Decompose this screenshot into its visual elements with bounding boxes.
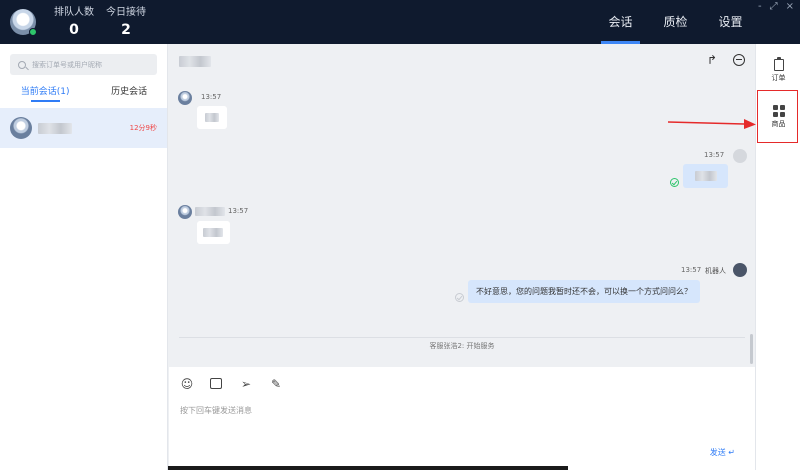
send-button[interactable]: 发送 ↵ — [710, 447, 735, 458]
message-input[interactable]: 按下回车键发送消息 — [180, 405, 252, 416]
app-window: 排队人数 0 今日接待 2 会话 质检 设置 - ⤢ × 搜索订单号或用户昵称 … — [0, 0, 800, 470]
search-input[interactable]: 搜索订单号或用户昵称 — [10, 54, 157, 75]
chat-customer-name-blurred — [179, 56, 211, 67]
robot-message-bubble: 不好意思，您的问题我暂时还不会，可以换一个方式问问么？ — [468, 280, 700, 303]
message-time: 13:57 — [704, 151, 725, 159]
robot-avatar-icon — [733, 263, 747, 277]
robot-sender-label: 机器人 — [705, 267, 726, 275]
queue-stat: 排队人数 0 — [54, 7, 94, 39]
conversation-item[interactable]: 12分9秒 — [0, 108, 167, 148]
chat-scrollbar[interactable] — [750, 334, 753, 364]
taskbar-strip — [168, 466, 568, 470]
customer-name-blurred — [38, 123, 72, 134]
customer-message-bubble — [197, 221, 230, 244]
window-controls: - ⤢ × — [758, 2, 794, 12]
tab-history-conversations[interactable]: 历史会话 — [109, 84, 149, 106]
edit-icon[interactable]: ✎ — [269, 377, 283, 391]
search-placeholder: 搜索订单号或用户昵称 — [32, 60, 102, 69]
end-session-icon[interactable] — [733, 54, 745, 66]
chat-header: ↱ — [169, 44, 755, 78]
main-tabs: 会话 质检 设置 — [593, 0, 758, 44]
conversation-list-panel: 搜索订单号或用户昵称 当前会话(1) 历史会话 12分9秒 — [0, 44, 168, 470]
customer-message-avatar — [178, 205, 192, 219]
agent-avatar[interactable] — [10, 9, 37, 36]
today-count: 2 — [121, 22, 131, 38]
customer-name-blurred — [195, 207, 225, 216]
tab-settings[interactable]: 设置 — [703, 0, 758, 44]
rail-item-order[interactable]: 订单 — [756, 57, 800, 83]
message-content-blurred — [205, 113, 219, 122]
agent-message-avatar — [733, 149, 747, 163]
annotation-arrow-icon — [668, 119, 756, 129]
message-content-blurred — [203, 228, 223, 237]
minimize-icon[interactable]: - — [758, 2, 762, 12]
online-status-dot — [29, 28, 37, 36]
conversation-tabs: 当前会话(1) 历史会话 — [0, 84, 168, 106]
message-time: 13:57 — [681, 266, 702, 274]
read-check-icon — [670, 178, 679, 187]
today-stat: 今日接待 2 — [106, 7, 146, 39]
send-plane-icon[interactable]: ➢ — [239, 377, 253, 391]
system-message: 客服张浩2: 开始服务 — [169, 333, 755, 352]
emoji-icon[interactable]: ☺ — [180, 377, 194, 391]
search-icon — [18, 60, 26, 69]
rail-item-label: 订单 — [771, 74, 786, 82]
message-content-blurred — [695, 171, 717, 181]
agent-message-bubble — [683, 164, 728, 188]
image-icon[interactable] — [210, 378, 222, 389]
system-message-text: 客服张浩2: 开始服务 — [423, 342, 501, 350]
today-label: 今日接待 — [106, 7, 146, 18]
tab-current-conversations[interactable]: 当前会话(1) — [19, 84, 72, 106]
close-icon[interactable]: × — [786, 2, 794, 12]
top-bar: 排队人数 0 今日接待 2 会话 质检 设置 - ⤢ × — [0, 0, 800, 44]
tab-conversation[interactable]: 会话 — [593, 0, 648, 44]
maximize-icon[interactable]: ⤢ — [770, 2, 778, 12]
queue-label: 排队人数 — [54, 7, 94, 18]
message-time: 13:57 — [201, 93, 222, 101]
message-time: 13:57 — [228, 207, 249, 215]
transfer-icon[interactable]: ↱ — [707, 53, 717, 67]
sent-check-icon — [455, 293, 464, 302]
tab-quality[interactable]: 质检 — [648, 0, 703, 44]
clipboard-icon — [773, 57, 784, 71]
customer-message-bubble — [197, 106, 227, 129]
queue-count: 0 — [69, 22, 79, 38]
customer-avatar — [10, 117, 32, 139]
annotation-highlight-box — [757, 90, 798, 143]
wait-time: 12分9秒 — [129, 124, 157, 132]
customer-message-avatar — [178, 91, 192, 105]
compose-area: ☺ ➢ ✎ 按下回车键发送消息 发送 ↵ — [169, 367, 755, 470]
chat-panel: ↱ 13:57 13:57 13:57 13:57 机器人 不好意思，您的问题我… — [169, 44, 755, 470]
